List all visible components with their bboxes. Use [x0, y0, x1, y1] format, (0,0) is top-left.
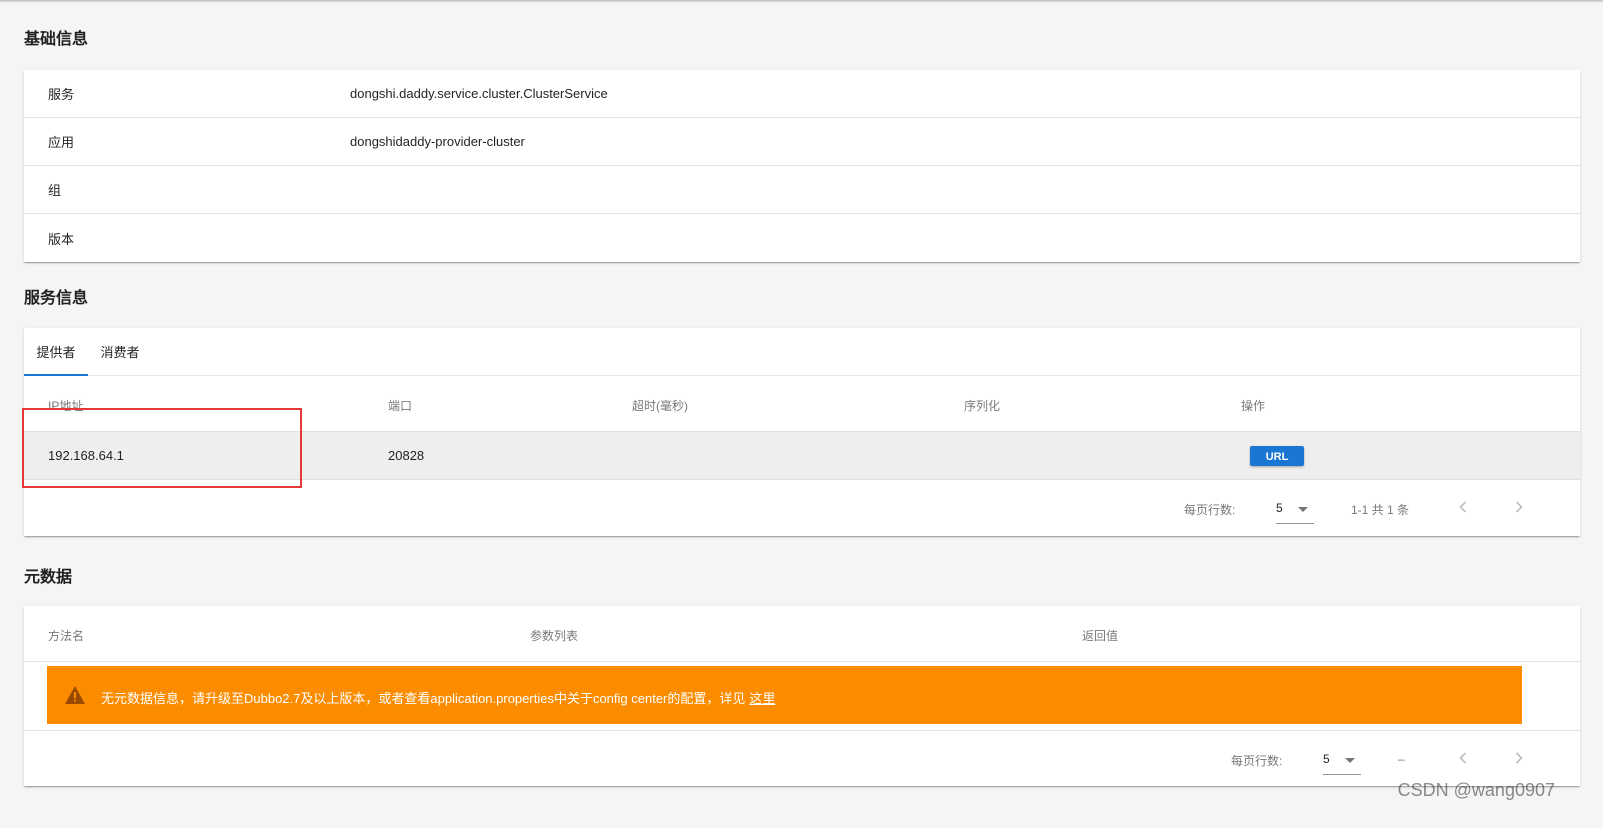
info-value: dongshidaddy-provider-cluster	[350, 134, 525, 149]
warning-text: 无元数据信息，请升级至Dubbo2.7及以上版本，或者查看application…	[101, 691, 746, 706]
cell-ip: 192.168.64.1	[48, 448, 124, 463]
tab-consumers[interactable]: 消费者	[96, 328, 144, 376]
caret-down-icon	[1298, 507, 1308, 512]
info-key: 服务	[48, 87, 75, 102]
basic-info-card: 服务 dongshi.daddy.service.cluster.Cluster…	[24, 70, 1580, 262]
warning-text-wrap: 无元数据信息，请升级至Dubbo2.7及以上版本，或者查看application…	[101, 688, 775, 707]
provider-table-header: IP地址 端口 超时(毫秒) 序列化 操作	[24, 376, 1580, 432]
url-button[interactable]: URL	[1250, 446, 1304, 466]
info-key: 版本	[48, 231, 75, 247]
pagination-range: –	[1398, 752, 1405, 766]
rows-per-page-label: 每页行数:	[1184, 503, 1236, 517]
chevron-left-icon[interactable]	[1453, 748, 1473, 768]
info-row-application: 应用 dongshidaddy-provider-cluster	[24, 118, 1580, 166]
col-serialization[interactable]: 序列化	[964, 397, 1000, 414]
col-action: 操作	[1241, 399, 1266, 413]
warning-icon	[65, 686, 85, 707]
info-row-group: 组	[24, 166, 1580, 214]
rows-per-page-value: 5	[1323, 752, 1330, 766]
cell-port: 20828	[388, 448, 425, 463]
top-shadow	[0, 0, 1603, 3]
provider-table-footer: 每页行数: 5 1-1 共 1 条	[24, 480, 1580, 536]
metadata-table-header: 方法名 参数列表 返回值	[24, 606, 1580, 662]
service-info-title: 服务信息	[24, 290, 89, 307]
basic-info-title: 基础信息	[24, 31, 89, 48]
chevron-right-icon[interactable]	[1509, 497, 1529, 517]
col-params[interactable]: 参数列表	[530, 627, 578, 644]
tab-providers[interactable]: 提供者	[24, 328, 88, 376]
metadata-title: 元数据	[24, 569, 73, 586]
col-timeout[interactable]: 超时(毫秒)	[632, 397, 688, 414]
table-row: 192.168.64.1 20828 URL	[24, 432, 1580, 480]
col-ip[interactable]: IP地址	[48, 397, 83, 414]
rows-per-page-select[interactable]: 5	[1276, 494, 1314, 524]
caret-down-icon	[1345, 758, 1355, 763]
info-value: dongshi.daddy.service.cluster.ClusterSer…	[350, 86, 608, 101]
rows-per-page-select[interactable]: 5	[1323, 745, 1361, 775]
rows-per-page-value: 5	[1276, 501, 1283, 515]
col-return[interactable]: 返回值	[1082, 627, 1118, 644]
info-row-version: 版本	[24, 214, 1580, 262]
pagination-range: 1-1 共 1 条	[1351, 503, 1410, 517]
col-method-name[interactable]: 方法名	[48, 627, 84, 644]
watermark: CSDN @wang0907	[1397, 780, 1555, 800]
info-row-service: 服务 dongshi.daddy.service.cluster.Cluster…	[24, 70, 1580, 118]
tab-bar: 提供者 消费者	[24, 328, 1580, 376]
metadata-table-footer: 每页行数: 5 –	[24, 730, 1580, 786]
rows-per-page-label: 每页行数:	[1231, 754, 1283, 768]
info-key: 组	[48, 183, 62, 198]
chevron-left-icon[interactable]	[1453, 497, 1473, 517]
here-link[interactable]: 这里	[749, 691, 775, 706]
chevron-right-icon[interactable]	[1509, 748, 1529, 768]
info-key: 应用	[48, 135, 75, 150]
col-port[interactable]: 端口	[388, 397, 412, 414]
metadata-warning-alert: 无元数据信息，请升级至Dubbo2.7及以上版本，或者查看application…	[47, 666, 1522, 724]
service-info-card: 提供者 消费者 IP地址 端口 超时(毫秒) 序列化 操作 192.168.64…	[24, 328, 1580, 536]
